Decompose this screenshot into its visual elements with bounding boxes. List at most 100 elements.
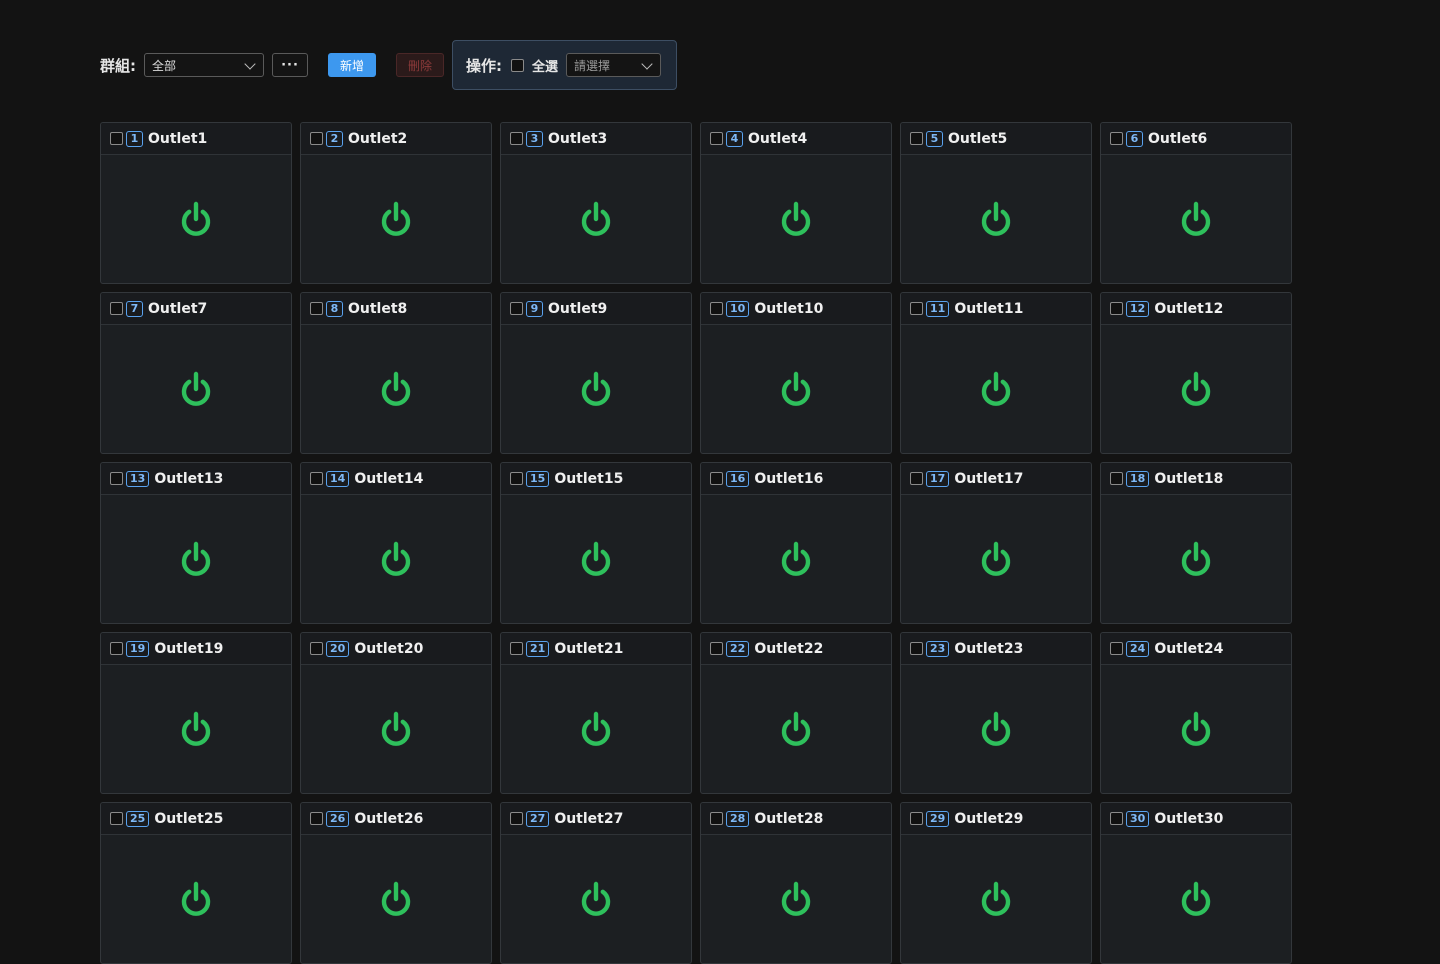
outlet-card-body (1101, 665, 1291, 793)
power-icon[interactable] (176, 709, 216, 749)
outlet-number-badge: 20 (326, 640, 350, 657)
power-icon[interactable] (776, 539, 816, 579)
power-icon[interactable] (776, 199, 816, 239)
outlet-card-header: 26 Outlet26 (301, 803, 491, 835)
outlet-card-body (1101, 495, 1291, 623)
outlet-name: Outlet23 (954, 640, 1024, 657)
outlet-checkbox[interactable] (110, 812, 123, 825)
outlet-checkbox[interactable] (310, 812, 323, 825)
outlet-name: Outlet7 (148, 300, 208, 317)
outlet-checkbox[interactable] (710, 472, 723, 485)
outlet-checkbox[interactable] (510, 472, 523, 485)
outlet-checkbox[interactable] (910, 642, 923, 655)
outlet-checkbox[interactable] (1110, 812, 1123, 825)
power-icon[interactable] (376, 369, 416, 409)
outlet-card-body (501, 835, 691, 963)
outlet-card-body (501, 665, 691, 793)
delete-button[interactable]: 刪除 (396, 53, 444, 77)
outlet-checkbox[interactable] (110, 302, 123, 315)
outlet-card: 16 Outlet16 (700, 462, 892, 624)
outlet-checkbox[interactable] (110, 472, 123, 485)
outlet-card-body (901, 325, 1091, 453)
outlet-checkbox[interactable] (1110, 642, 1123, 655)
outlet-checkbox[interactable] (710, 302, 723, 315)
outlet-number-badge: 7 (126, 300, 143, 317)
operation-select[interactable]: 請選擇 (566, 53, 662, 77)
power-icon[interactable] (976, 709, 1016, 749)
outlet-card-header: 21 Outlet21 (501, 633, 691, 665)
power-icon[interactable] (576, 879, 616, 919)
power-icon[interactable] (976, 879, 1016, 919)
outlet-checkbox[interactable] (310, 132, 323, 145)
outlet-checkbox[interactable] (1110, 302, 1123, 315)
more-button[interactable]: ··· (272, 53, 308, 77)
power-icon[interactable] (976, 199, 1016, 239)
add-button[interactable]: 新增 (328, 53, 376, 77)
power-icon[interactable] (176, 369, 216, 409)
outlet-checkbox[interactable] (310, 472, 323, 485)
outlet-checkbox[interactable] (510, 812, 523, 825)
outlet-checkbox[interactable] (910, 472, 923, 485)
outlet-number-badge: 12 (1126, 300, 1150, 317)
outlet-checkbox[interactable] (710, 812, 723, 825)
power-icon[interactable] (576, 709, 616, 749)
outlet-checkbox[interactable] (910, 302, 923, 315)
power-icon[interactable] (576, 539, 616, 579)
outlet-checkbox[interactable] (510, 302, 523, 315)
outlet-checkbox[interactable] (110, 132, 123, 145)
power-icon[interactable] (776, 709, 816, 749)
power-icon[interactable] (376, 879, 416, 919)
outlet-card: 8 Outlet8 (300, 292, 492, 454)
operation-label: 操作: (466, 56, 502, 75)
outlet-card: 23 Outlet23 (900, 632, 1092, 794)
outlet-checkbox[interactable] (510, 642, 523, 655)
group-label: 群組: (100, 56, 136, 75)
power-icon[interactable] (776, 879, 816, 919)
outlet-card: 6 Outlet6 (1100, 122, 1292, 284)
power-icon[interactable] (1176, 199, 1216, 239)
outlet-checkbox[interactable] (710, 642, 723, 655)
outlet-checkbox[interactable] (310, 642, 323, 655)
power-icon[interactable] (376, 709, 416, 749)
power-icon[interactable] (176, 879, 216, 919)
outlet-checkbox[interactable] (910, 132, 923, 145)
outlet-name: Outlet27 (554, 810, 624, 827)
group-select[interactable]: 全部 (144, 53, 264, 77)
power-icon[interactable] (976, 369, 1016, 409)
select-all-checkbox[interactable] (511, 58, 524, 72)
power-icon[interactable] (976, 539, 1016, 579)
power-icon[interactable] (576, 199, 616, 239)
outlet-checkbox[interactable] (110, 642, 123, 655)
power-icon[interactable] (1176, 369, 1216, 409)
outlet-checkbox[interactable] (710, 132, 723, 145)
outlet-card: 27 Outlet27 (500, 802, 692, 964)
outlet-card-body (1101, 835, 1291, 963)
outlet-card-header: 23 Outlet23 (901, 633, 1091, 665)
outlet-number-badge: 14 (326, 470, 350, 487)
power-icon[interactable] (376, 199, 416, 239)
outlet-card: 28 Outlet28 (700, 802, 892, 964)
outlet-card-header: 1 Outlet1 (101, 123, 291, 155)
outlet-card-body (101, 665, 291, 793)
outlet-card: 20 Outlet20 (300, 632, 492, 794)
power-icon[interactable] (1176, 539, 1216, 579)
outlet-checkbox[interactable] (1110, 472, 1123, 485)
power-icon[interactable] (376, 539, 416, 579)
power-icon[interactable] (776, 369, 816, 409)
power-icon[interactable] (576, 369, 616, 409)
outlet-number-badge: 17 (926, 470, 950, 487)
outlet-checkbox[interactable] (310, 302, 323, 315)
outlet-card: 29 Outlet29 (900, 802, 1092, 964)
outlet-number-badge: 27 (526, 810, 550, 827)
power-icon[interactable] (176, 539, 216, 579)
outlet-card-body (101, 495, 291, 623)
outlet-card-header: 25 Outlet25 (101, 803, 291, 835)
power-icon[interactable] (1176, 879, 1216, 919)
outlet-checkbox[interactable] (510, 132, 523, 145)
outlet-card-body (901, 835, 1091, 963)
power-icon[interactable] (176, 199, 216, 239)
outlet-checkbox[interactable] (910, 812, 923, 825)
power-icon[interactable] (1176, 709, 1216, 749)
select-all-label: 全選 (532, 59, 559, 75)
outlet-checkbox[interactable] (1110, 132, 1123, 145)
